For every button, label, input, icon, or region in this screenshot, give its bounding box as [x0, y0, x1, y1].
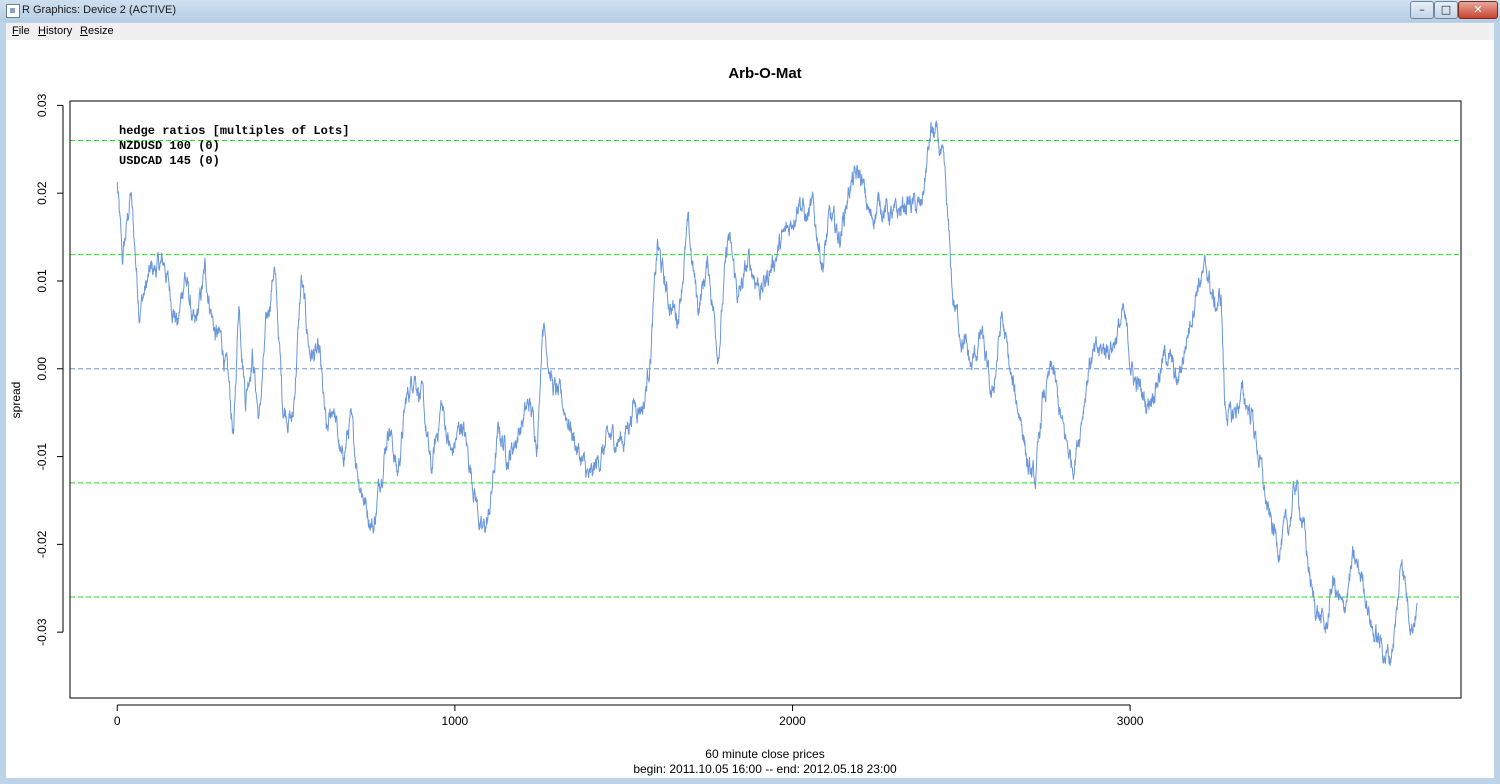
y-tick-label-4: 0.01	[35, 269, 49, 293]
spread-line	[116, 120, 1418, 667]
r-graphics-window: R Graphics: Device 2 (ACTIVE) – □ ✕ File…	[0, 0, 1500, 784]
app-icon[interactable]	[6, 4, 20, 18]
x-axis-sublabel: begin: 2011.10.05 16:00 -- end: 2012.05.…	[633, 762, 897, 776]
title-bar[interactable]: R Graphics: Device 2 (ACTIVE) – □ ✕	[0, 0, 1500, 22]
y-tick-label-6: 0.03	[35, 93, 49, 117]
y-tick-label-5: 0.02	[35, 181, 49, 205]
y-tick-label-2: -0.01	[35, 443, 49, 471]
legend-line-nzdusd: NZDUSD 100 (0)	[119, 139, 220, 153]
maximize-button[interactable]: □	[1434, 1, 1458, 19]
y-tick-label-1: -0.02	[35, 530, 49, 558]
y-axis-label: spread	[9, 382, 23, 419]
window-title: R Graphics: Device 2 (ACTIVE)	[22, 4, 177, 16]
menu-bar: File History Resize	[6, 23, 1494, 40]
menu-file[interactable]: File	[12, 25, 30, 37]
minimize-button[interactable]: –	[1410, 1, 1434, 19]
spread-series	[116, 120, 1418, 667]
x-tick-label-1: 1000	[442, 714, 469, 728]
x-tick-label-3: 3000	[1117, 714, 1144, 728]
plot-area: Arb-O-Mat 0 1000 2000 3000 -0.03 -0.02 -0.01 0…	[6, 40, 1494, 778]
menu-history[interactable]: History	[38, 25, 72, 37]
x-axis: 0 1000 2000 3000	[114, 704, 1144, 728]
legend-line-hedge-ratios: hedge ratios [multiples of Lots]	[119, 124, 349, 138]
plot-box	[69, 100, 1462, 699]
chart-title: Arb-O-Mat	[728, 65, 801, 82]
spread-chart: Arb-O-Mat 0 1000 2000 3000 -0.03 -0.02 -0.01 0…	[9, 65, 1462, 776]
x-axis-label: 60 minute close prices	[705, 747, 824, 761]
x-tick-label-0: 0	[114, 714, 121, 728]
close-button[interactable]: ✕	[1458, 1, 1498, 19]
y-axis: -0.03 -0.02 -0.01 0.00 0.01 0.02 0.03	[35, 93, 64, 646]
threshold-lines	[70, 140, 1461, 598]
legend-line-usdcad: USDCAD 145 (0)	[119, 154, 220, 168]
x-tick-label-2: 2000	[779, 714, 806, 728]
menu-resize[interactable]: Resize	[80, 25, 114, 37]
y-tick-label-3: 0.00	[35, 357, 49, 381]
y-tick-label-0: -0.03	[35, 618, 49, 646]
